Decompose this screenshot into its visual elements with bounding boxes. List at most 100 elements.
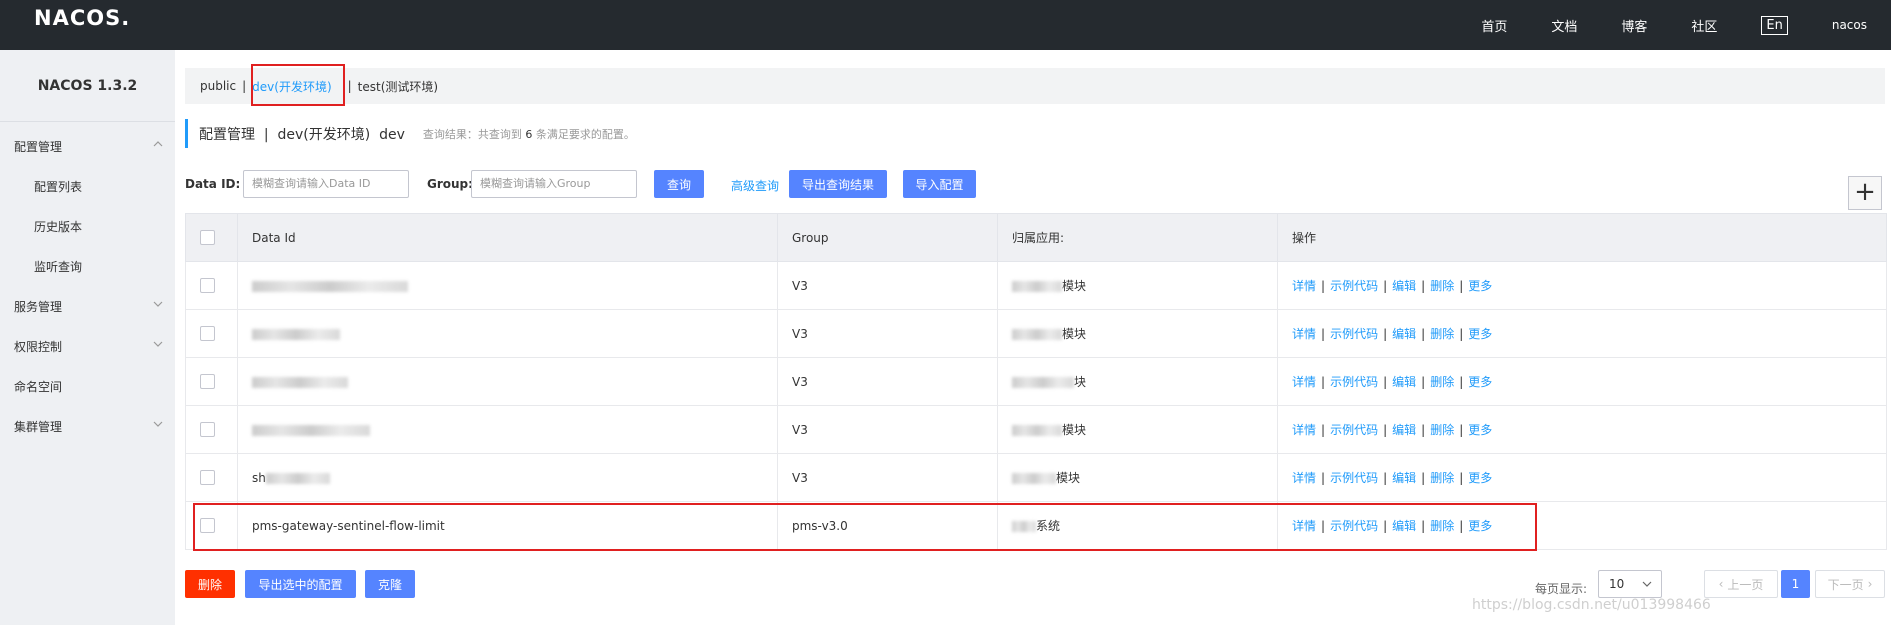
row-checkbox[interactable] xyxy=(200,374,215,389)
nav-home[interactable]: 首页 xyxy=(1481,16,1507,35)
sidebar-item-listener-query[interactable]: 监听查询 xyxy=(0,246,175,286)
column-header-ops: 操作 xyxy=(1277,213,1887,262)
sidebar-item-config-list[interactable]: 配置列表 xyxy=(0,166,175,206)
group-cell: V3 xyxy=(777,357,998,406)
row-checkbox[interactable] xyxy=(200,470,215,485)
sidebar: NACOS 1.3.2 配置管理 配置列表 历史版本 监听查询 服务管理 权限控… xyxy=(0,50,175,625)
query-button[interactable]: 查询 xyxy=(654,170,704,198)
sidebar-item-cluster-management[interactable]: 集群管理 xyxy=(0,406,175,446)
edit-link[interactable]: 编辑 xyxy=(1392,423,1416,437)
chevron-down-icon xyxy=(151,419,165,433)
result-count: 6 xyxy=(525,127,533,141)
more-link[interactable]: 更多 xyxy=(1468,519,1492,533)
more-link[interactable]: 更多 xyxy=(1468,327,1492,341)
filter-bar: Data ID: 模糊查询请输入Data ID Group: 模糊查询请输入Gr… xyxy=(185,170,1885,198)
delete-link[interactable]: 删除 xyxy=(1430,327,1454,341)
sample-code-link[interactable]: 示例代码 xyxy=(1330,327,1378,341)
sample-code-link[interactable]: 示例代码 xyxy=(1330,279,1378,293)
group-input[interactable]: 模糊查询请输入Group xyxy=(471,170,637,198)
redacted-text xyxy=(252,328,340,340)
ops-cell: 详情 | 示例代码 | 编辑 | 删除 | 更多 xyxy=(1277,453,1887,502)
batch-delete-button[interactable]: 删除 xyxy=(185,570,235,598)
row-checkbox[interactable] xyxy=(200,326,215,341)
redacted-text xyxy=(1012,377,1074,388)
edit-link[interactable]: 编辑 xyxy=(1392,375,1416,389)
advanced-query-link[interactable]: 高级查询 xyxy=(731,177,779,194)
detail-link[interactable]: 详情 xyxy=(1292,423,1316,437)
sidebar-title: NACOS 1.3.2 xyxy=(0,50,175,122)
detail-link[interactable]: 详情 xyxy=(1292,471,1316,485)
nav-community[interactable]: 社区 xyxy=(1691,16,1717,35)
select-all-checkbox[interactable] xyxy=(200,230,215,245)
more-link[interactable]: 更多 xyxy=(1468,375,1492,389)
app-cell: 模块 xyxy=(997,405,1278,454)
add-config-button[interactable]: + xyxy=(1848,176,1882,210)
sample-code-link[interactable]: 示例代码 xyxy=(1330,423,1378,437)
row-checkbox[interactable] xyxy=(200,518,215,533)
page-title: 配置管理 | dev(开发环境) dev 查询结果：共查询到 6 条满足要求的配… xyxy=(185,119,635,148)
app-cell: 系统 xyxy=(997,501,1278,550)
app-cell: 模块 xyxy=(997,261,1278,310)
page-1-button[interactable]: 1 xyxy=(1781,570,1810,598)
sample-code-link[interactable]: 示例代码 xyxy=(1330,519,1378,533)
edit-link[interactable]: 编辑 xyxy=(1392,519,1416,533)
sidebar-item-namespace[interactable]: 命名空间 xyxy=(0,366,175,406)
delete-link[interactable]: 删除 xyxy=(1430,423,1454,437)
dataid-cell xyxy=(237,261,778,310)
sidebar-item-access-control[interactable]: 权限控制 xyxy=(0,326,175,366)
export-query-button[interactable]: 导出查询结果 xyxy=(789,170,887,198)
app-cell: 块 xyxy=(997,357,1278,406)
table-row: V3 模块 详情 | 示例代码 | 编辑 | 删除 | 更多 xyxy=(185,309,1887,358)
ops-cell: 详情 | 示例代码 | 编辑 | 删除 | 更多 xyxy=(1277,261,1887,310)
next-page-button[interactable]: 下一页 › xyxy=(1815,570,1885,598)
username[interactable]: nacos xyxy=(1832,18,1867,32)
namespace-public[interactable]: public xyxy=(200,79,236,93)
nav-blog[interactable]: 博客 xyxy=(1621,16,1647,35)
dataid-cell xyxy=(237,405,778,454)
delete-link[interactable]: 删除 xyxy=(1430,375,1454,389)
chevron-left-icon: ‹ xyxy=(1718,577,1724,591)
edit-link[interactable]: 编辑 xyxy=(1392,327,1416,341)
row-checkbox[interactable] xyxy=(200,278,215,293)
export-selected-button[interactable]: 导出选中的配置 xyxy=(245,570,356,598)
dataid-input[interactable]: 模糊查询请输入Data ID xyxy=(243,170,409,198)
nav-docs[interactable]: 文档 xyxy=(1551,16,1577,35)
row-checkbox[interactable] xyxy=(200,422,215,437)
page-size-label: 每页显示: xyxy=(1535,582,1588,596)
redacted-text xyxy=(252,376,348,388)
detail-link[interactable]: 详情 xyxy=(1292,519,1316,533)
clone-button[interactable]: 克隆 xyxy=(365,570,415,598)
sample-code-link[interactable]: 示例代码 xyxy=(1330,375,1378,389)
language-toggle[interactable]: En xyxy=(1761,15,1788,35)
namespace-test[interactable]: test(测试环境) xyxy=(358,78,438,95)
more-link[interactable]: 更多 xyxy=(1468,423,1492,437)
page-size-select[interactable]: 10 xyxy=(1598,570,1662,598)
import-config-button[interactable]: 导入配置 xyxy=(903,170,976,198)
sidebar-item-service-management[interactable]: 服务管理 xyxy=(0,286,175,326)
detail-link[interactable]: 详情 xyxy=(1292,375,1316,389)
sidebar-item-config-management[interactable]: 配置管理 xyxy=(0,126,175,166)
edit-link[interactable]: 编辑 xyxy=(1392,279,1416,293)
table-row: V3 块 详情 | 示例代码 | 编辑 | 删除 | 更多 xyxy=(185,357,1887,406)
edit-link[interactable]: 编辑 xyxy=(1392,471,1416,485)
delete-link[interactable]: 删除 xyxy=(1430,279,1454,293)
redacted-text xyxy=(252,280,408,292)
more-link[interactable]: 更多 xyxy=(1468,279,1492,293)
more-link[interactable]: 更多 xyxy=(1468,471,1492,485)
delete-link[interactable]: 删除 xyxy=(1430,519,1454,533)
detail-link[interactable]: 详情 xyxy=(1292,327,1316,341)
table-row: sh V3 模块 详情 | 示例代码 | 编辑 | 删除 | 更多 xyxy=(185,453,1887,502)
group-cell: V3 xyxy=(777,453,998,502)
prev-page-button[interactable]: ‹ 上一页 xyxy=(1704,570,1778,598)
sidebar-item-label: 监听查询 xyxy=(34,259,83,274)
detail-link[interactable]: 详情 xyxy=(1292,279,1316,293)
sample-code-link[interactable]: 示例代码 xyxy=(1330,471,1378,485)
app-cell: 模块 xyxy=(997,309,1278,358)
delete-link[interactable]: 删除 xyxy=(1430,471,1454,485)
nacos-logo[interactable]: NACOS. xyxy=(34,6,130,30)
sidebar-item-history[interactable]: 历史版本 xyxy=(0,206,175,246)
dataid-cell xyxy=(237,357,778,406)
sidebar-item-label: 历史版本 xyxy=(34,219,83,234)
annotation-highlight-box xyxy=(251,64,345,106)
group-cell: V3 xyxy=(777,309,998,358)
